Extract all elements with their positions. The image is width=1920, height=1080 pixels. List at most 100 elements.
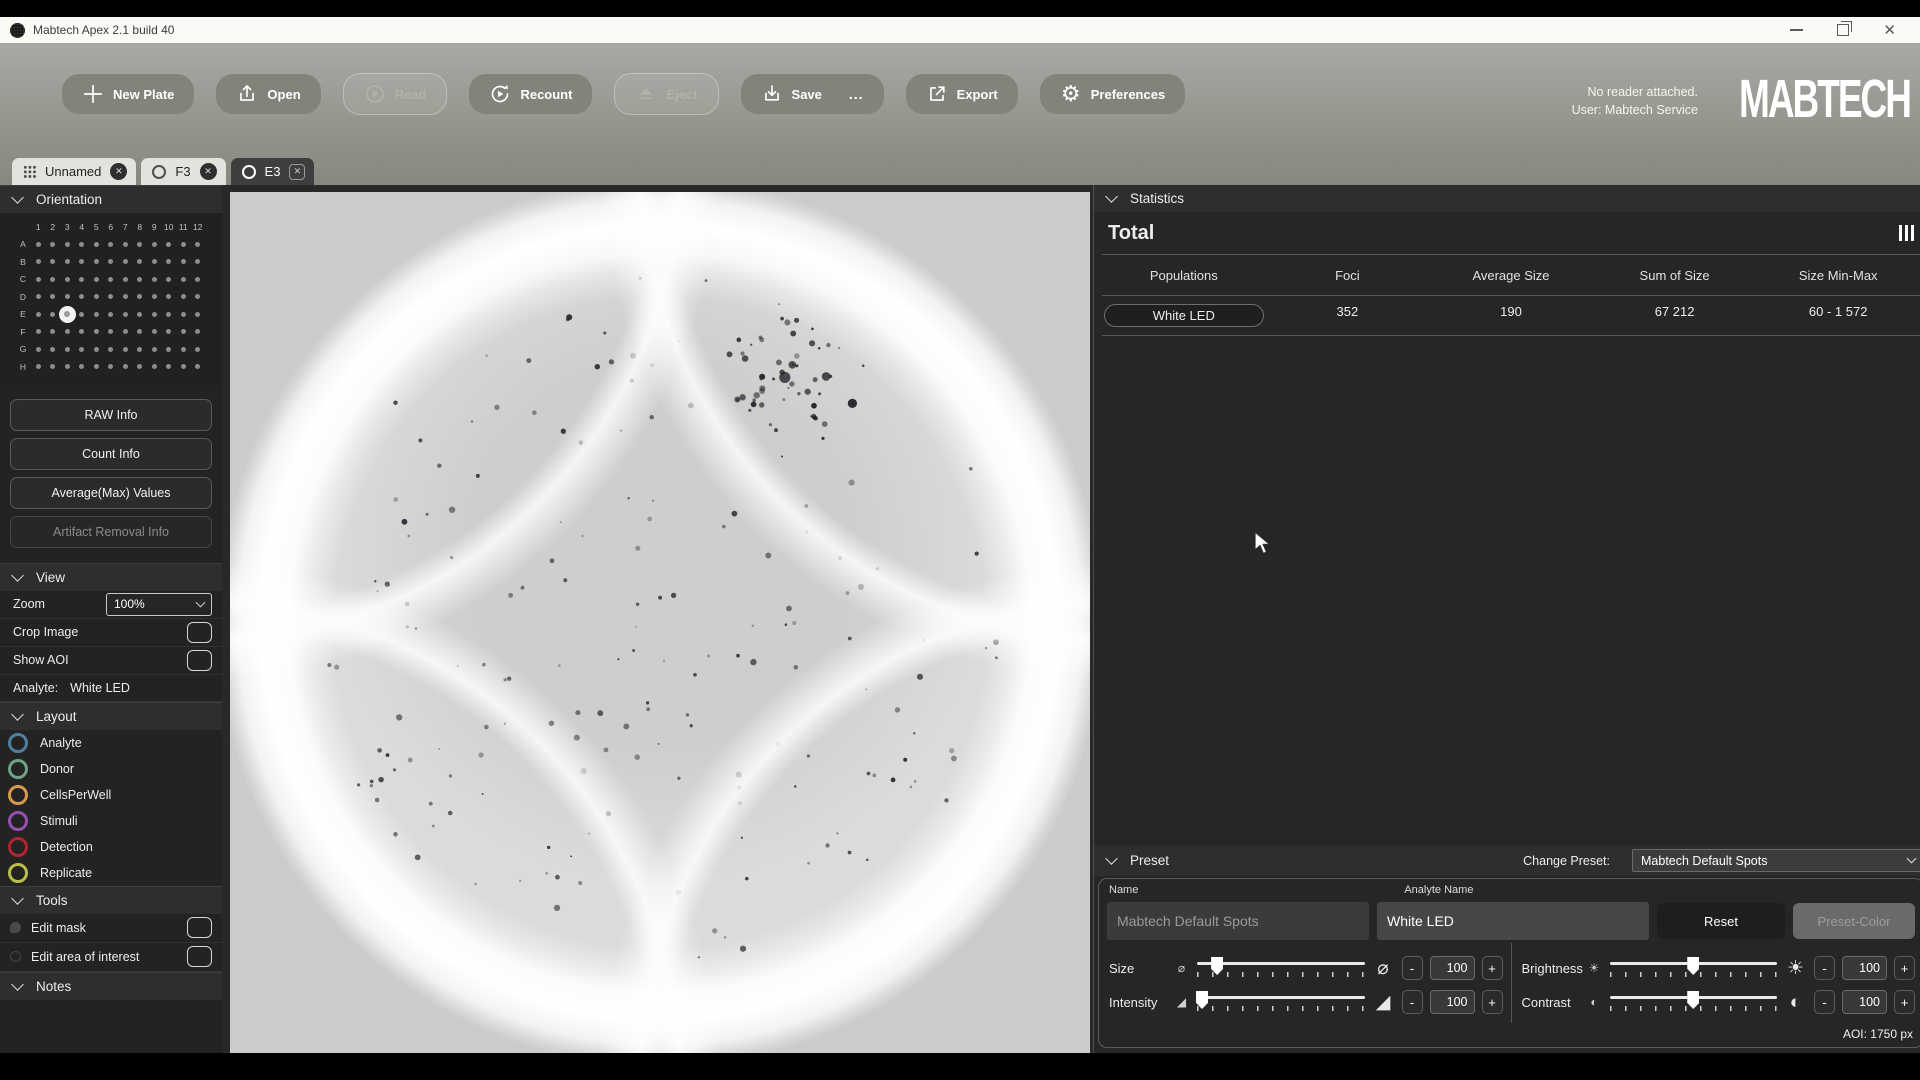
edit-mask-checkbox[interactable]	[187, 917, 212, 938]
well-F1[interactable]	[31, 323, 46, 341]
well-B9[interactable]	[147, 253, 162, 271]
toolbar-new-plate-button[interactable]: New Plate	[62, 74, 194, 114]
well-D3[interactable]	[60, 288, 75, 306]
well-B11[interactable]	[176, 253, 191, 271]
well-G9[interactable]	[147, 341, 162, 359]
well-B6[interactable]	[104, 253, 119, 271]
well-C4[interactable]	[75, 271, 90, 289]
save-more-button[interactable]: ...	[849, 86, 864, 102]
crop-image-checkbox[interactable]	[187, 622, 212, 643]
intensity-slider[interactable]	[1197, 991, 1365, 1013]
well-H11[interactable]	[176, 358, 191, 376]
layout-item-replicate[interactable]: Replicate	[0, 860, 222, 886]
well-C5[interactable]	[89, 271, 104, 289]
well-G2[interactable]	[46, 341, 61, 359]
well-B4[interactable]	[75, 253, 90, 271]
tab-unnamed[interactable]: Unnamed✕	[12, 158, 136, 185]
count-info-button[interactable]: Count Info	[10, 438, 212, 470]
well-G10[interactable]	[162, 341, 177, 359]
well-D12[interactable]	[191, 288, 206, 306]
well-C10[interactable]	[162, 271, 177, 289]
close-icon[interactable]: ✕	[110, 163, 127, 180]
well-D1[interactable]	[31, 288, 46, 306]
well-C1[interactable]	[31, 271, 46, 289]
well-E8[interactable]	[133, 306, 148, 324]
notes-section-header[interactable]: Notes	[0, 972, 222, 1000]
well-G8[interactable]	[133, 341, 148, 359]
well-E2[interactable]	[46, 306, 61, 324]
well-H8[interactable]	[133, 358, 148, 376]
well-A12[interactable]	[191, 236, 206, 254]
well-B7[interactable]	[118, 253, 133, 271]
restore-icon[interactable]	[1837, 24, 1849, 36]
average-max-values-button[interactable]: Average(Max) Values	[10, 477, 212, 509]
well-G7[interactable]	[118, 341, 133, 359]
well-E7[interactable]	[118, 306, 133, 324]
well-C3[interactable]	[60, 271, 75, 289]
tools-section-header[interactable]: Tools	[0, 886, 222, 914]
edit-area-of-interest-checkbox[interactable]	[187, 946, 212, 967]
well-F10[interactable]	[162, 323, 177, 341]
toolbar-recount-button[interactable]: Recount	[469, 74, 592, 114]
well-H3[interactable]	[60, 358, 75, 376]
statistics-section-header[interactable]: Statistics	[1094, 185, 1920, 212]
well-D10[interactable]	[162, 288, 177, 306]
well-G3[interactable]	[60, 341, 75, 359]
well-F4[interactable]	[75, 323, 90, 341]
well-H6[interactable]	[104, 358, 119, 376]
well-D2[interactable]	[46, 288, 61, 306]
well-E1[interactable]	[31, 306, 46, 324]
well-D5[interactable]	[89, 288, 104, 306]
well-B3[interactable]	[60, 253, 75, 271]
well-A8[interactable]	[133, 236, 148, 254]
layout-item-analyte[interactable]: Analyte	[0, 730, 222, 756]
close-icon[interactable]: ✕	[1883, 23, 1896, 38]
well-C8[interactable]	[133, 271, 148, 289]
well-A2[interactable]	[46, 236, 61, 254]
well-B1[interactable]	[31, 253, 46, 271]
well-F9[interactable]	[147, 323, 162, 341]
brightness-value[interactable]: 100	[1842, 956, 1887, 980]
well-D6[interactable]	[104, 288, 119, 306]
view-section-header[interactable]: View	[0, 563, 222, 591]
well-A3[interactable]	[60, 236, 75, 254]
toolbar-read-button[interactable]: Read	[343, 73, 448, 115]
well-C12[interactable]	[191, 271, 206, 289]
well-A1[interactable]	[31, 236, 46, 254]
well-E3[interactable]	[60, 306, 75, 324]
well-F3[interactable]	[60, 323, 75, 341]
well-D4[interactable]	[75, 288, 90, 306]
plus-button[interactable]: +	[1482, 990, 1503, 1014]
well-F6[interactable]	[104, 323, 119, 341]
well-E5[interactable]	[89, 306, 104, 324]
intensity-value[interactable]: 100	[1430, 990, 1475, 1014]
contrast-value[interactable]: 100	[1842, 990, 1887, 1014]
plus-button[interactable]: +	[1894, 956, 1915, 980]
well-A7[interactable]	[118, 236, 133, 254]
minus-button[interactable]: -	[1402, 956, 1423, 980]
zoom-select[interactable]: 100%	[106, 593, 212, 616]
toolbar-open-button[interactable]: Open	[216, 74, 320, 114]
plus-button[interactable]: +	[1482, 956, 1503, 980]
layout-section-header[interactable]: Layout	[0, 702, 222, 730]
well-D8[interactable]	[133, 288, 148, 306]
brightness-slider[interactable]	[1610, 957, 1778, 979]
well-E11[interactable]	[176, 306, 191, 324]
analyte-name-input[interactable]	[1377, 902, 1649, 940]
well-F5[interactable]	[89, 323, 104, 341]
preset-color-button[interactable]: Preset-Color	[1793, 903, 1915, 939]
well-H7[interactable]	[118, 358, 133, 376]
well-B5[interactable]	[89, 253, 104, 271]
plus-button[interactable]: +	[1894, 990, 1915, 1014]
well-E4[interactable]	[75, 306, 90, 324]
well-B2[interactable]	[46, 253, 61, 271]
minus-button[interactable]: -	[1402, 990, 1423, 1014]
well-G12[interactable]	[191, 341, 206, 359]
well-E12[interactable]	[191, 306, 206, 324]
tab-f3[interactable]: F3✕	[141, 158, 225, 185]
well-F7[interactable]	[118, 323, 133, 341]
well-H5[interactable]	[89, 358, 104, 376]
well-H1[interactable]	[31, 358, 46, 376]
well-C7[interactable]	[118, 271, 133, 289]
well-A11[interactable]	[176, 236, 191, 254]
